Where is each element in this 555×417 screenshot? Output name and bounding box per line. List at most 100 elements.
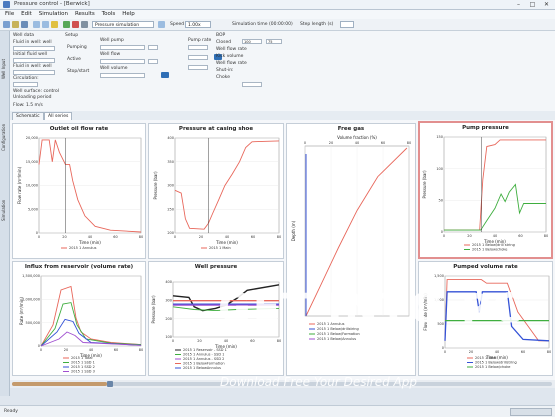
copy-icon[interactable]: [33, 21, 40, 28]
chart-pump-pressure[interactable]: Pump pressure 0 20 40 60 80 150 100 50 0 Time (mi…: [418, 121, 553, 259]
new-icon[interactable]: [3, 21, 10, 28]
x-tick-label: 20: [62, 235, 66, 239]
y-tick-label: 50: [439, 199, 443, 203]
menu-simulation[interactable]: Simulation: [39, 10, 68, 19]
status-indicator: [510, 408, 552, 416]
menu-results[interactable]: Results: [75, 10, 95, 19]
x-tick-label: 80: [277, 235, 281, 239]
legend-entry: 2015 1 Below/drill string: [472, 243, 515, 247]
timeline-handle[interactable]: [107, 381, 113, 387]
title-bar: Pressure control - [Berwick] – □ ✕: [0, 0, 555, 10]
plot-frame: [443, 136, 547, 233]
fluid-field-2[interactable]: [13, 58, 55, 63]
open-icon[interactable]: [12, 21, 19, 28]
y-axis-label: Flow rate (m³/min): [17, 166, 22, 204]
chart-free-gas[interactable]: Free gas Volume fraction (%) 0 20 40 60 80 Dep…: [286, 123, 416, 376]
speed-combo[interactable]: 1.00x: [185, 21, 211, 28]
sim-time-label: Simulation time (00:00:00): [232, 22, 293, 27]
x-tick-label: 0: [174, 235, 176, 239]
y-tick-label: 0: [442, 346, 444, 350]
choke-field[interactable]: [242, 82, 262, 87]
menu-tools[interactable]: Tools: [102, 10, 116, 19]
mode-combo[interactable]: Pressure simulation: [92, 21, 154, 28]
x-tick-label: 40: [493, 234, 497, 238]
settings-icon[interactable]: [158, 21, 165, 28]
legend-entry: 2015 1 Total: [475, 356, 497, 360]
maximize-button[interactable]: □: [526, 1, 539, 8]
well-flow-unit[interactable]: [148, 59, 158, 64]
play-icon[interactable]: [63, 21, 70, 28]
pump-rate-label: Pump rate: [188, 38, 212, 43]
chart-influx[interactable]: Influx from reservoir (volume rate) 0 20 4…: [12, 261, 146, 376]
bop-row-5: Shut-in:: [216, 68, 234, 73]
fluid-field-3[interactable]: [13, 70, 55, 75]
row-label-7: Flow: 1.5 m/s: [13, 103, 43, 108]
well-flow-field[interactable]: [100, 59, 145, 64]
app-icon: [3, 1, 10, 8]
y-tick-label: 0: [36, 231, 38, 235]
pump-rate-field-1[interactable]: [188, 45, 208, 50]
sidebar-tab-configuration[interactable]: Configuration: [1, 91, 8, 151]
stop-icon[interactable]: [72, 21, 79, 28]
x-tick-label: 0: [40, 348, 42, 352]
pause-icon[interactable]: [81, 21, 88, 28]
row-label-3: Fluid in well: well: [13, 64, 52, 69]
chart-outlet-flow[interactable]: Outlet oil flow rate 0 20 40 60 80 20,000 15,0…: [12, 123, 146, 259]
y-axis-label: Pressure (bar): [151, 295, 156, 324]
bop-value-1[interactable]: 100: [242, 39, 262, 44]
legend-entry: 2015 1 BelowFormation: [183, 362, 225, 366]
legend-entry: 2015 1 Below/choke: [475, 365, 510, 369]
x-tick-label: 60: [251, 235, 255, 239]
pump-rate-field-3[interactable]: [188, 65, 208, 70]
y-tick-label: 200: [165, 317, 172, 321]
row-label-1: Fluid in well: well: [13, 40, 52, 45]
bop-value-2[interactable]: 75: [266, 39, 282, 44]
paste-icon[interactable]: [42, 21, 49, 28]
step-length-input[interactable]: [340, 21, 354, 28]
legend-entry: 2015 1 Main: [209, 246, 231, 250]
fluid-field-1[interactable]: [13, 46, 55, 51]
x-tick-label: 40: [88, 235, 92, 239]
bop-row-3: Kick volume: [216, 54, 244, 59]
legend-entry: 2015 1 SSD 1: [71, 361, 95, 365]
legend-entry: 2015 1 BelowAnnulus: [183, 366, 221, 370]
y-tick-label: 1,500: [434, 274, 444, 278]
x-tick-label: 40: [224, 339, 228, 343]
x-tick-label: 20: [469, 350, 473, 354]
x-tick-label: 80: [139, 235, 143, 239]
save-icon[interactable]: [21, 21, 28, 28]
y-tick-label: 1,500,000: [22, 274, 40, 278]
close-button[interactable]: ✕: [540, 1, 553, 8]
row-label-2: Initial fluid well: [13, 52, 48, 57]
chart-casing-shoe[interactable]: Pressure at casing shoe 0 20 40 60 80 400 350 3…: [148, 123, 284, 259]
x-tick-label: 0: [444, 350, 446, 354]
x-tick-label: 0: [38, 235, 40, 239]
bop-closed: Closed: [216, 40, 232, 45]
row-label-5: Well surface: control: [13, 89, 60, 94]
minimize-button[interactable]: –: [512, 1, 525, 8]
sidebar-tab-simulation[interactable]: Simulation: [1, 171, 8, 221]
folder-icon[interactable]: [51, 21, 58, 28]
view-tabs: Schematic All series: [10, 111, 555, 121]
x-tick-label: 80: [544, 234, 548, 238]
well-pump-field[interactable]: [100, 45, 145, 50]
y-tick-label: 200: [167, 231, 174, 235]
speed-label: Speed: [170, 22, 185, 27]
stop-start-label: Stop/start: [67, 69, 90, 74]
apply-button[interactable]: [161, 72, 169, 78]
well-pump-unit[interactable]: [148, 45, 158, 50]
menu-file[interactable]: File: [5, 10, 14, 19]
watermark-logo: GET INTO PC: [218, 286, 524, 332]
sidebar-tab-well-input[interactable]: Well Input: [1, 39, 8, 79]
pump-rate-field-2[interactable]: [188, 55, 208, 60]
well-volume-field[interactable]: [100, 73, 145, 78]
bop-row-4: Well flow rate: [216, 61, 247, 66]
x-tick-label: 80: [407, 141, 411, 145]
left-sidebar: Well Input Configuration Simulation: [0, 31, 10, 396]
watermark-tagline: Download Free Your Desired App: [220, 375, 417, 389]
menu-help[interactable]: Help: [122, 10, 135, 19]
x-axis-label: Volume fraction (%): [337, 135, 377, 140]
menu-edit[interactable]: Edit: [21, 10, 32, 19]
circulation-field[interactable]: [13, 82, 38, 87]
active-label: Active: [67, 57, 81, 62]
